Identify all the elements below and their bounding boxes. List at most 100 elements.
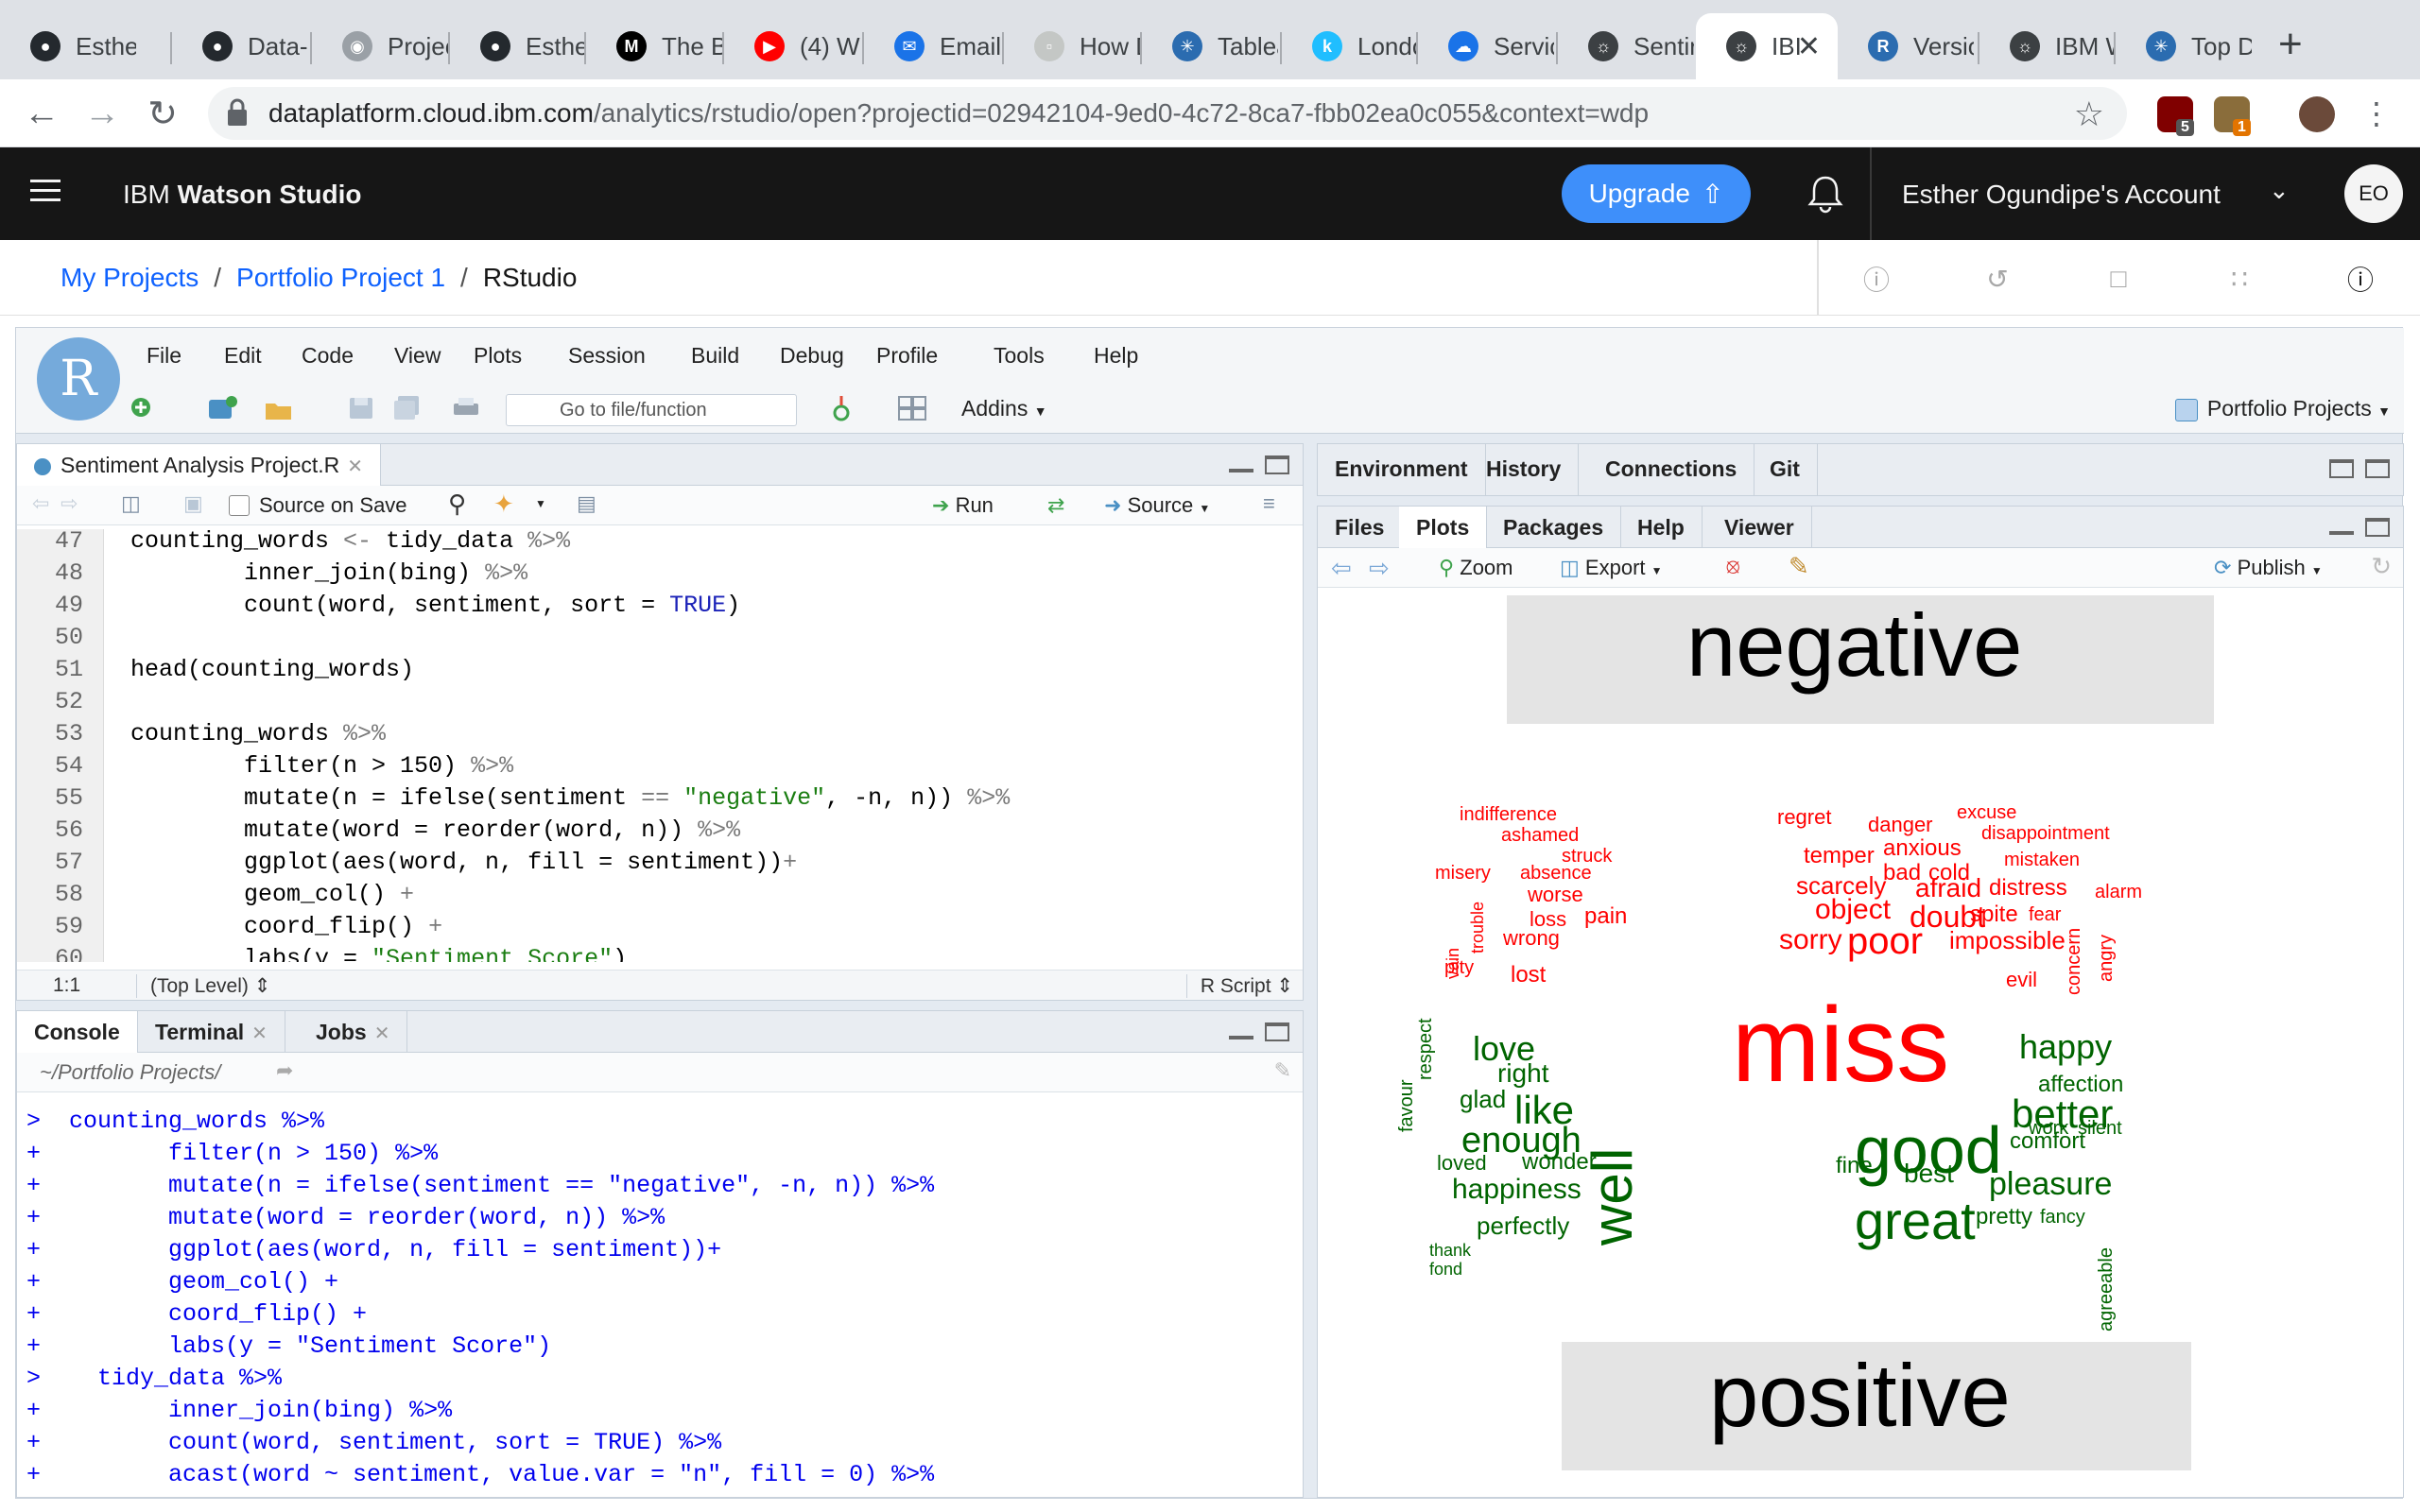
version-control-icon[interactable] xyxy=(827,394,856,422)
code-area[interactable]: 47 counting_words <- tidy_data %>% 48 inne… xyxy=(17,529,1303,962)
browser-tab[interactable]: ☁ Servic xyxy=(1418,13,1554,79)
tab-history[interactable]: History xyxy=(1469,444,1580,495)
clear-plots-broom-icon[interactable]: ✎ xyxy=(1789,552,1809,581)
close-icon[interactable]: ✕ xyxy=(251,1023,268,1044)
info-icon[interactable]: ⓘ xyxy=(1860,263,1893,295)
history-icon[interactable]: ↺ xyxy=(1981,263,2014,295)
ublock-extension-icon[interactable]: 5 xyxy=(2157,96,2194,136)
go-to-directory-icon[interactable]: ➦ xyxy=(276,1058,293,1083)
maximize-pane-icon[interactable] xyxy=(1265,455,1289,474)
address-bar[interactable]: dataplatform.cloud.ibm.com/analytics/rst… xyxy=(208,87,2127,140)
menu-file[interactable]: File xyxy=(147,343,182,369)
close-tab-icon[interactable]: ✕ xyxy=(1797,30,1821,63)
new-project-icon[interactable] xyxy=(205,394,237,422)
browser-tab[interactable]: ● Esther xyxy=(0,13,136,79)
notifications-bell-icon[interactable] xyxy=(1804,172,1847,215)
maximize-pane-icon[interactable] xyxy=(1265,1022,1289,1041)
minimize-pane-icon[interactable] xyxy=(1229,1034,1253,1040)
menu-profile[interactable]: Profile xyxy=(876,343,938,369)
menu-session[interactable]: Session xyxy=(568,343,646,369)
export-button[interactable]: ◫ Export ▼ xyxy=(1560,556,1663,580)
goto-file-input[interactable]: Go to file/function xyxy=(506,394,797,426)
compile-report-icon[interactable]: ▤ xyxy=(577,491,596,516)
browser-tab[interactable]: k Londo xyxy=(1282,13,1418,79)
chevron-down-icon[interactable]: ⌄ xyxy=(2269,176,2290,205)
console-output[interactable]: > counting_words %>% + filter(n > 150) %>… xyxy=(17,1092,1303,1497)
menu-code[interactable]: Code xyxy=(302,343,354,369)
comments-icon[interactable]: □ xyxy=(2102,263,2135,295)
working-directory[interactable]: ~/Portfolio Projects/ xyxy=(40,1060,220,1085)
browser-tab[interactable]: ✉ Email xyxy=(864,13,1000,79)
maximize-pane-icon[interactable] xyxy=(2365,459,2390,478)
restore-pane-icon[interactable] xyxy=(2365,518,2390,537)
minimize-pane-icon[interactable] xyxy=(1229,467,1253,472)
tab-help[interactable]: Help xyxy=(1620,507,1703,548)
browser-tab[interactable]: ☼ IBM W xyxy=(1979,13,2116,79)
breadcrumb-my-projects[interactable]: My Projects xyxy=(60,263,199,292)
rerun-icon[interactable]: ⇄ xyxy=(1047,493,1064,518)
browser-tab[interactable]: ● Esther xyxy=(450,13,586,79)
browser-tab[interactable]: ☼ IBI ✕ xyxy=(1696,13,1838,79)
reload-icon[interactable]: ↻ xyxy=(140,91,185,136)
browser-tab[interactable]: ☼ Sentir xyxy=(1558,13,1694,79)
open-file-icon[interactable] xyxy=(264,394,292,422)
document-outline-icon[interactable]: ≡ xyxy=(1263,491,1275,516)
browser-tab[interactable]: M The B xyxy=(586,13,722,79)
scope-selector[interactable]: (Top Level) ⇕ xyxy=(136,974,270,998)
next-plot-icon[interactable]: ⇨ xyxy=(1369,554,1390,583)
remove-plot-icon[interactable]: ⦻ xyxy=(1726,554,1740,578)
menu-help[interactable]: Help xyxy=(1094,343,1138,369)
file-type-selector[interactable]: R Script ⇕ xyxy=(1185,974,1293,998)
menu-debug[interactable]: Debug xyxy=(780,343,844,369)
tab-viewer[interactable]: Viewer xyxy=(1707,507,1812,548)
extension-icon[interactable]: 1 xyxy=(2214,96,2251,136)
search-icon[interactable]: ⚲ xyxy=(448,490,466,519)
menu-tools[interactable]: Tools xyxy=(994,343,1045,369)
previous-plot-icon[interactable]: ⇦ xyxy=(1331,554,1352,583)
upgrade-button[interactable]: Upgrade ⇧ xyxy=(1562,164,1751,223)
tab-packages[interactable]: Packages xyxy=(1486,507,1622,548)
apps-icon[interactable]: ∷ xyxy=(2223,263,2256,295)
product-name[interactable]: IBM Watson Studio xyxy=(123,180,362,210)
print-icon[interactable] xyxy=(451,394,479,422)
browser-tab[interactable]: ● Data- xyxy=(172,13,308,79)
tab-connections[interactable]: Connections xyxy=(1588,444,1755,495)
forward-icon[interactable]: → xyxy=(79,91,125,136)
addins-menu[interactable]: Addins ▼ xyxy=(961,396,1047,421)
new-tab-button[interactable]: + xyxy=(2278,21,2303,68)
run-button[interactable]: ➔ Run xyxy=(932,493,994,518)
pane-layout-icon[interactable] xyxy=(897,394,926,422)
back-icon[interactable]: ⇦ xyxy=(32,491,49,516)
tab-terminal[interactable]: Terminal ✕ xyxy=(138,1011,285,1053)
browser-tab[interactable]: ✳ Tablea xyxy=(1142,13,1278,79)
save-icon[interactable] xyxy=(347,394,375,422)
tab-jobs[interactable]: Jobs ✕ xyxy=(299,1011,408,1053)
refresh-plot-icon[interactable]: ↻ xyxy=(2371,552,2392,581)
tab-plots[interactable]: Plots xyxy=(1399,507,1488,549)
tab-files[interactable]: Files xyxy=(1318,507,1403,548)
clear-console-broom-icon[interactable]: ✎ xyxy=(1274,1058,1291,1083)
zoom-button[interactable]: ⚲ Zoom xyxy=(1439,556,1513,580)
save-icon[interactable]: ▣ xyxy=(183,491,203,516)
new-file-icon[interactable] xyxy=(130,394,158,422)
hamburger-menu-icon[interactable] xyxy=(30,180,60,206)
forward-icon[interactable]: ⇨ xyxy=(60,491,78,516)
browser-tab[interactable]: ▫ How D xyxy=(1004,13,1140,79)
browser-tab[interactable]: ◉ Projec xyxy=(312,13,448,79)
user-avatar[interactable]: EO xyxy=(2344,164,2403,223)
restore-pane-icon[interactable] xyxy=(2329,459,2354,478)
project-selector[interactable]: Portfolio Projects ▼ xyxy=(2174,396,2391,421)
account-switcher[interactable]: Esther Ogundipe's Account xyxy=(1902,180,2221,210)
browser-tab[interactable]: ▶ (4) W xyxy=(724,13,860,79)
source-on-save-checkbox[interactable] xyxy=(229,495,250,516)
tab-console[interactable]: Console xyxy=(17,1011,138,1054)
minimize-pane-icon[interactable] xyxy=(2329,529,2354,535)
close-icon[interactable]: ✕ xyxy=(347,456,363,477)
menu-view[interactable]: View xyxy=(394,343,441,369)
browser-tab[interactable]: R Versio xyxy=(1838,13,1974,79)
editor-tab[interactable]: Sentiment Analysis Project.R ✕ xyxy=(17,444,382,487)
menu-plots[interactable]: Plots xyxy=(474,343,522,369)
save-all-icon[interactable] xyxy=(392,394,421,422)
code-tools-wand-icon[interactable]: ✦ xyxy=(493,490,514,519)
dropdown-arrow-icon[interactable]: ▼ xyxy=(535,497,546,510)
